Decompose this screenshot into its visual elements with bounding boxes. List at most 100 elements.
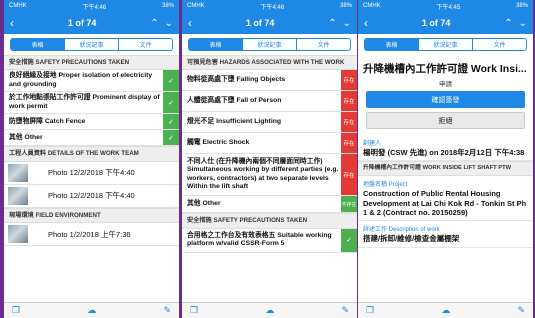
reject-button[interactable]: 拒絕 (366, 112, 525, 129)
nav-bar: ‹ 1 of 74 ⌃ ⌄ (358, 12, 533, 34)
list-item[interactable]: 觸電 Electric Shock 存在 (182, 133, 357, 155)
tab-files[interactable]: 文件 (473, 39, 526, 50)
photo-label: Photo 1/2/2018 上午7:36 (48, 229, 131, 239)
battery-label: 38% (515, 3, 528, 9)
page-title: 1 of 74 (67, 18, 97, 28)
section-header: 工程人員資料 DETAILS OF THE WORK TEAM (4, 146, 179, 162)
back-chevron-icon[interactable]: ‹ (188, 17, 192, 29)
list-item[interactable]: 其他 Other 不存在 (182, 196, 357, 214)
edit-pencil-icon[interactable]: ✎ (517, 305, 525, 316)
back-chevron-icon[interactable]: ‹ (10, 17, 14, 29)
up-arrow-icon[interactable]: ⌃ (328, 18, 336, 29)
field-value: 搭建/拆卸/維修/檢查金屬棚架 (358, 233, 533, 248)
battery-label: 38% (161, 3, 174, 9)
tab-notes[interactable]: 狀況記事 (65, 39, 119, 50)
photo-label: Photo 12/2/2018 下午4:40 (48, 168, 135, 178)
carrier-label: CMHK (9, 3, 27, 9)
down-arrow-icon[interactable]: ⌄ (343, 18, 351, 29)
phone-screen-1: CMHK 下午4:46 38% ‹ 1 of 74 ⌃ ⌄ 表格 狀況記事 文件 … (4, 0, 179, 318)
item-label: 其他 Other (9, 133, 43, 141)
tab-notes[interactable]: 狀況記事 (419, 39, 473, 50)
list-item[interactable]: 防墮物屏障 Catch Fence ✓ (4, 114, 179, 131)
photo-item[interactable]: Photo 12/2/2018 下午4:40 (4, 162, 179, 185)
nav-bar: ‹ 1 of 74 ⌃ ⌄ (4, 12, 179, 34)
section-header: 升降機槽內工作許可證 WORK INSIDE LIFT SHAFT PTW (358, 161, 533, 177)
list-item[interactable]: 不同人仕 (在升降機內兩個不同層面同時工作) Simultaneous work… (182, 154, 357, 197)
page-title: 1 of 74 (421, 18, 451, 28)
time-label: 下午4:46 (260, 4, 285, 11)
section-header: 可預見危害 HAZARDS ASSOCIATED WITH THE WORK (182, 55, 357, 71)
photo-label: Photo 12/2/2018 下午4:40 (48, 191, 135, 201)
item-label: 其他 Other (187, 200, 221, 208)
status-badge: 存在 (341, 154, 357, 196)
carrier-label: CMHK (187, 3, 205, 9)
photo-thumbnail (8, 225, 28, 244)
form-title: 升降機槽內工作許可證 Work Insi... (363, 63, 527, 75)
tab-form[interactable]: 表格 (365, 39, 419, 50)
check-icon: ✓ (163, 130, 179, 146)
segment-tabs: 表格 狀況記事 文件 (364, 38, 527, 51)
check-icon: ✓ (163, 70, 179, 92)
list-item[interactable]: 於工作地點張貼工作許可證 Prominent display of work p… (4, 92, 179, 115)
time-label: 下午4:45 (436, 4, 461, 11)
tab-files[interactable]: 文件 (119, 39, 172, 50)
back-chevron-icon[interactable]: ‹ (364, 17, 368, 29)
phone-screen-2: CMHK 下午4:46 38% ‹ 1 of 74 ⌃ ⌄ 表格 狀況記事 文件 … (182, 0, 357, 318)
form-status: 申請 (439, 81, 452, 88)
cloud-upload-icon[interactable]: ☁ (87, 305, 96, 316)
field-value: 楊明發 (CSW 先進) on 2018年2月12日 下午4:38 (358, 147, 533, 162)
list-item[interactable]: 合用格之工作台及有效表格五 Suitable working platform … (182, 228, 357, 253)
field-value: Construction of Public Rental Housing De… (358, 188, 533, 222)
segment-tabs: 表格 狀況記事 文件 (188, 38, 351, 51)
tab-form[interactable]: 表格 (11, 39, 65, 50)
item-label: 不同人仕 (在升降機內兩個不同層面同時工作) Simultaneous work… (187, 157, 339, 191)
screenshot-collage: CMHK 下午4:46 38% ‹ 1 of 74 ⌃ ⌄ 表格 狀況記事 文件 … (0, 0, 535, 318)
segment-tabs: 表格 狀況記事 文件 (10, 38, 173, 51)
up-arrow-icon[interactable]: ⌃ (150, 18, 158, 29)
item-label: 防墮物屏障 Catch Fence (9, 117, 86, 125)
up-arrow-icon[interactable]: ⌃ (504, 18, 512, 29)
section-header: 安全措施 SAFETY PRECAUTIONS TAKEN (182, 213, 357, 229)
tab-files[interactable]: 文件 (297, 39, 350, 50)
phone-screen-3: CMHK 下午4:45 38% ‹ 1 of 74 ⌃ ⌄ 表格 狀況記事 文件 … (358, 0, 533, 318)
cloud-upload-icon[interactable]: ☁ (441, 305, 450, 316)
nav-bar: ‹ 1 of 74 ⌃ ⌄ (182, 12, 357, 34)
list-item[interactable]: 人體從高處下墮 Fall of Person 存在 (182, 91, 357, 113)
down-arrow-icon[interactable]: ⌄ (165, 18, 173, 29)
tab-notes[interactable]: 狀況記事 (243, 39, 297, 50)
photo-item[interactable]: Photo 1/2/2018 上午7:36 (4, 223, 179, 247)
carrier-label: CMHK (363, 3, 381, 9)
item-label: 於工作地點張貼工作許可證 Prominent display of work p… (9, 94, 160, 110)
cloud-upload-icon[interactable]: ☁ (265, 305, 274, 316)
list-item[interactable]: 燈光不足 Insufficient Lighting 存在 (182, 112, 357, 134)
check-icon: ✓ (341, 228, 357, 252)
list-item[interactable]: 良好絕緣及接地 Proper isolation of electricity … (4, 70, 179, 93)
time-label: 下午4:46 (82, 4, 107, 11)
list-item[interactable]: 物料從高處下墮 Falling Objects 存在 (182, 70, 357, 92)
edit-pencil-icon[interactable]: ✎ (341, 305, 349, 316)
field-label: 詳述工作 Description of work (363, 227, 440, 234)
check-icon: ✓ (163, 92, 179, 114)
photo-thumbnail (8, 186, 28, 205)
list-item[interactable]: 其他 Other ✓ (4, 130, 179, 147)
item-label: 觸電 Electric Shock (187, 139, 250, 147)
field-label: 地盤名稱 Project (363, 182, 408, 189)
status-badge: 存在 (341, 91, 357, 112)
section-header: 安全措施 SAFETY PRECAUTIONS TAKEN (4, 55, 179, 71)
item-label: 人體從高處下墮 Fall of Person (187, 97, 282, 105)
status-badge: 不存在 (341, 196, 357, 213)
photo-item[interactable]: Photo 12/2/2018 下午4:40 (4, 185, 179, 208)
copy-icon[interactable]: ❐ (12, 305, 20, 316)
section-header: 現場環境 FIELD ENVIRONMENT (4, 207, 179, 224)
confirm-issue-button[interactable]: 確認簽發 (366, 91, 525, 108)
tab-form[interactable]: 表格 (189, 39, 243, 50)
down-arrow-icon[interactable]: ⌄ (519, 18, 527, 29)
edit-pencil-icon[interactable]: ✎ (163, 305, 171, 316)
status-bar: CMHK 下午4:46 38% (182, 0, 357, 12)
status-bar: CMHK 下午4:45 38% (358, 0, 533, 12)
copy-icon[interactable]: ❐ (190, 305, 198, 316)
status-badge: 存在 (341, 112, 357, 133)
item-label: 合用格之工作台及有效表格五 Suitable working platform … (187, 231, 332, 248)
copy-icon[interactable]: ❐ (366, 305, 374, 316)
field-label: 創建人 (363, 141, 382, 147)
